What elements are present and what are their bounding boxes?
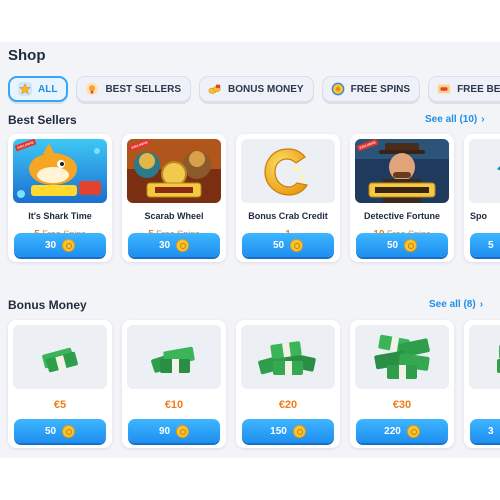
coin-icon <box>62 238 76 252</box>
item-name: Spo <box>470 211 487 221</box>
coin-icon <box>176 424 190 438</box>
filter-label: FREE SPINS <box>350 83 411 95</box>
filter-best-sellers[interactable]: BEST SELLERS <box>76 76 192 102</box>
buy-button[interactable]: 90 <box>128 419 220 443</box>
shop-page: Shop ALL BEST SELLERS BONUS MONEY FREE S… <box>0 42 500 458</box>
coin-icon <box>62 424 76 438</box>
buy-button[interactable]: 30 <box>128 233 220 257</box>
chevron-right-icon: › <box>481 114 485 125</box>
best-seller-card[interactable]: EXCLUSIVE Scarab Wheel 5 Free Spins 30 <box>122 134 226 262</box>
ticket-icon <box>437 84 451 94</box>
price-label: 220 <box>384 425 401 437</box>
filter-bonus-money[interactable]: BONUS MONEY <box>199 76 314 102</box>
cash-stack-xlarge-icon <box>355 325 449 389</box>
cash-stack-large-icon <box>241 325 335 389</box>
best-sellers-title: Best Sellers <box>8 113 77 127</box>
filter-bar: ALL BEST SELLERS BONUS MONEY FREE SPINS … <box>8 76 500 102</box>
spin-coin-icon <box>331 82 344 96</box>
item-name: Scarab Wheel <box>144 211 204 221</box>
item-name: It's Shark Time <box>28 211 92 221</box>
coin-icon <box>176 238 190 252</box>
price-label: 30 <box>158 239 171 251</box>
buy-button[interactable]: 5 <box>470 233 500 257</box>
bonus-money-card[interactable]: 3 <box>464 320 500 448</box>
buy-button[interactable]: 150 <box>242 419 334 443</box>
coin-icon <box>406 424 420 438</box>
coin-icon <box>404 238 418 252</box>
bonus-money-row: €5 50 €10 90 €20 150 €30 220 3 <box>8 320 500 448</box>
best-sellers-row: EXCLUSIVE It's Shark Time 5 Free Spins 3… <box>8 134 500 262</box>
price-label: 30 <box>44 239 57 251</box>
crab-credit-coin-icon <box>241 139 335 203</box>
see-all-label: See all (8) <box>429 299 476 310</box>
bonus-money-card[interactable]: €30 220 <box>350 320 454 448</box>
see-all-best-sellers-link[interactable]: See all (10) › <box>425 114 485 125</box>
filter-all[interactable]: ALL <box>8 76 69 102</box>
buy-button[interactable]: 3 <box>470 419 500 443</box>
coins-icon <box>208 84 221 94</box>
price-label: 90 <box>158 425 171 437</box>
buy-button[interactable]: 50 <box>242 233 334 257</box>
filter-free-bets[interactable]: FREE BETS <box>428 76 500 102</box>
best-seller-card[interactable]: EXCLUSIVE Detective Fortune 10 Free Spin… <box>350 134 454 262</box>
price-label: 50 <box>386 239 399 251</box>
chevron-right-icon: › <box>479 299 484 310</box>
cash-stack-medium-icon <box>127 325 221 389</box>
best-seller-card[interactable]: Spo 5 <box>464 134 500 262</box>
buy-button[interactable]: 50 <box>14 419 106 443</box>
bonus-value: €20 <box>278 399 298 411</box>
cash-stack-partial-icon <box>469 325 500 389</box>
price-label: 5 <box>488 239 494 251</box>
star-icon <box>18 82 32 96</box>
bonus-money-card[interactable]: €10 90 <box>122 320 226 448</box>
best-seller-card[interactable]: Bonus Crab Credit 1 50 <box>236 134 340 262</box>
price-label: 50 <box>272 239 285 251</box>
filter-free-spins[interactable]: FREE SPINS <box>321 76 421 102</box>
page-title: Shop <box>8 47 46 64</box>
bonus-money-card[interactable]: €5 50 <box>8 320 112 448</box>
detective-fortune-game-thumbnail: EXCLUSIVE <box>355 139 449 203</box>
buy-button[interactable]: 30 <box>14 233 106 257</box>
coin-icon <box>290 238 304 252</box>
shark-game-thumbnail: EXCLUSIVE <box>13 139 107 203</box>
bonus-money-card[interactable]: €20 150 <box>236 320 340 448</box>
buy-button[interactable]: 220 <box>356 419 448 443</box>
scarab-wheel-game-thumbnail: EXCLUSIVE <box>127 139 221 203</box>
partial-card-thumbnail <box>469 139 500 203</box>
filter-label: BEST SELLERS <box>105 83 182 95</box>
bonus-value: €30 <box>392 399 412 411</box>
best-seller-card[interactable]: EXCLUSIVE It's Shark Time 5 Free Spins 3… <box>8 134 112 262</box>
bonus-money-title: Bonus Money <box>8 298 87 312</box>
bonus-value: €5 <box>53 399 67 411</box>
price-label: 150 <box>270 425 287 437</box>
filter-label: ALL <box>38 83 58 95</box>
cash-stack-small-icon <box>13 325 107 389</box>
see-all-label: See all (10) <box>425 114 478 125</box>
item-name: Bonus Crab Credit <box>248 211 328 221</box>
coin-icon <box>292 424 306 438</box>
trophy-icon <box>86 82 99 96</box>
filter-label: FREE BETS <box>457 83 500 95</box>
price-label: 3 <box>488 425 494 437</box>
price-label: 50 <box>44 425 57 437</box>
filter-label: BONUS MONEY <box>228 83 304 95</box>
item-name: Detective Fortune <box>363 211 441 221</box>
see-all-bonus-money-link[interactable]: See all (8) › <box>429 299 483 310</box>
bonus-value: €10 <box>164 399 184 411</box>
buy-button[interactable]: 50 <box>356 233 448 257</box>
